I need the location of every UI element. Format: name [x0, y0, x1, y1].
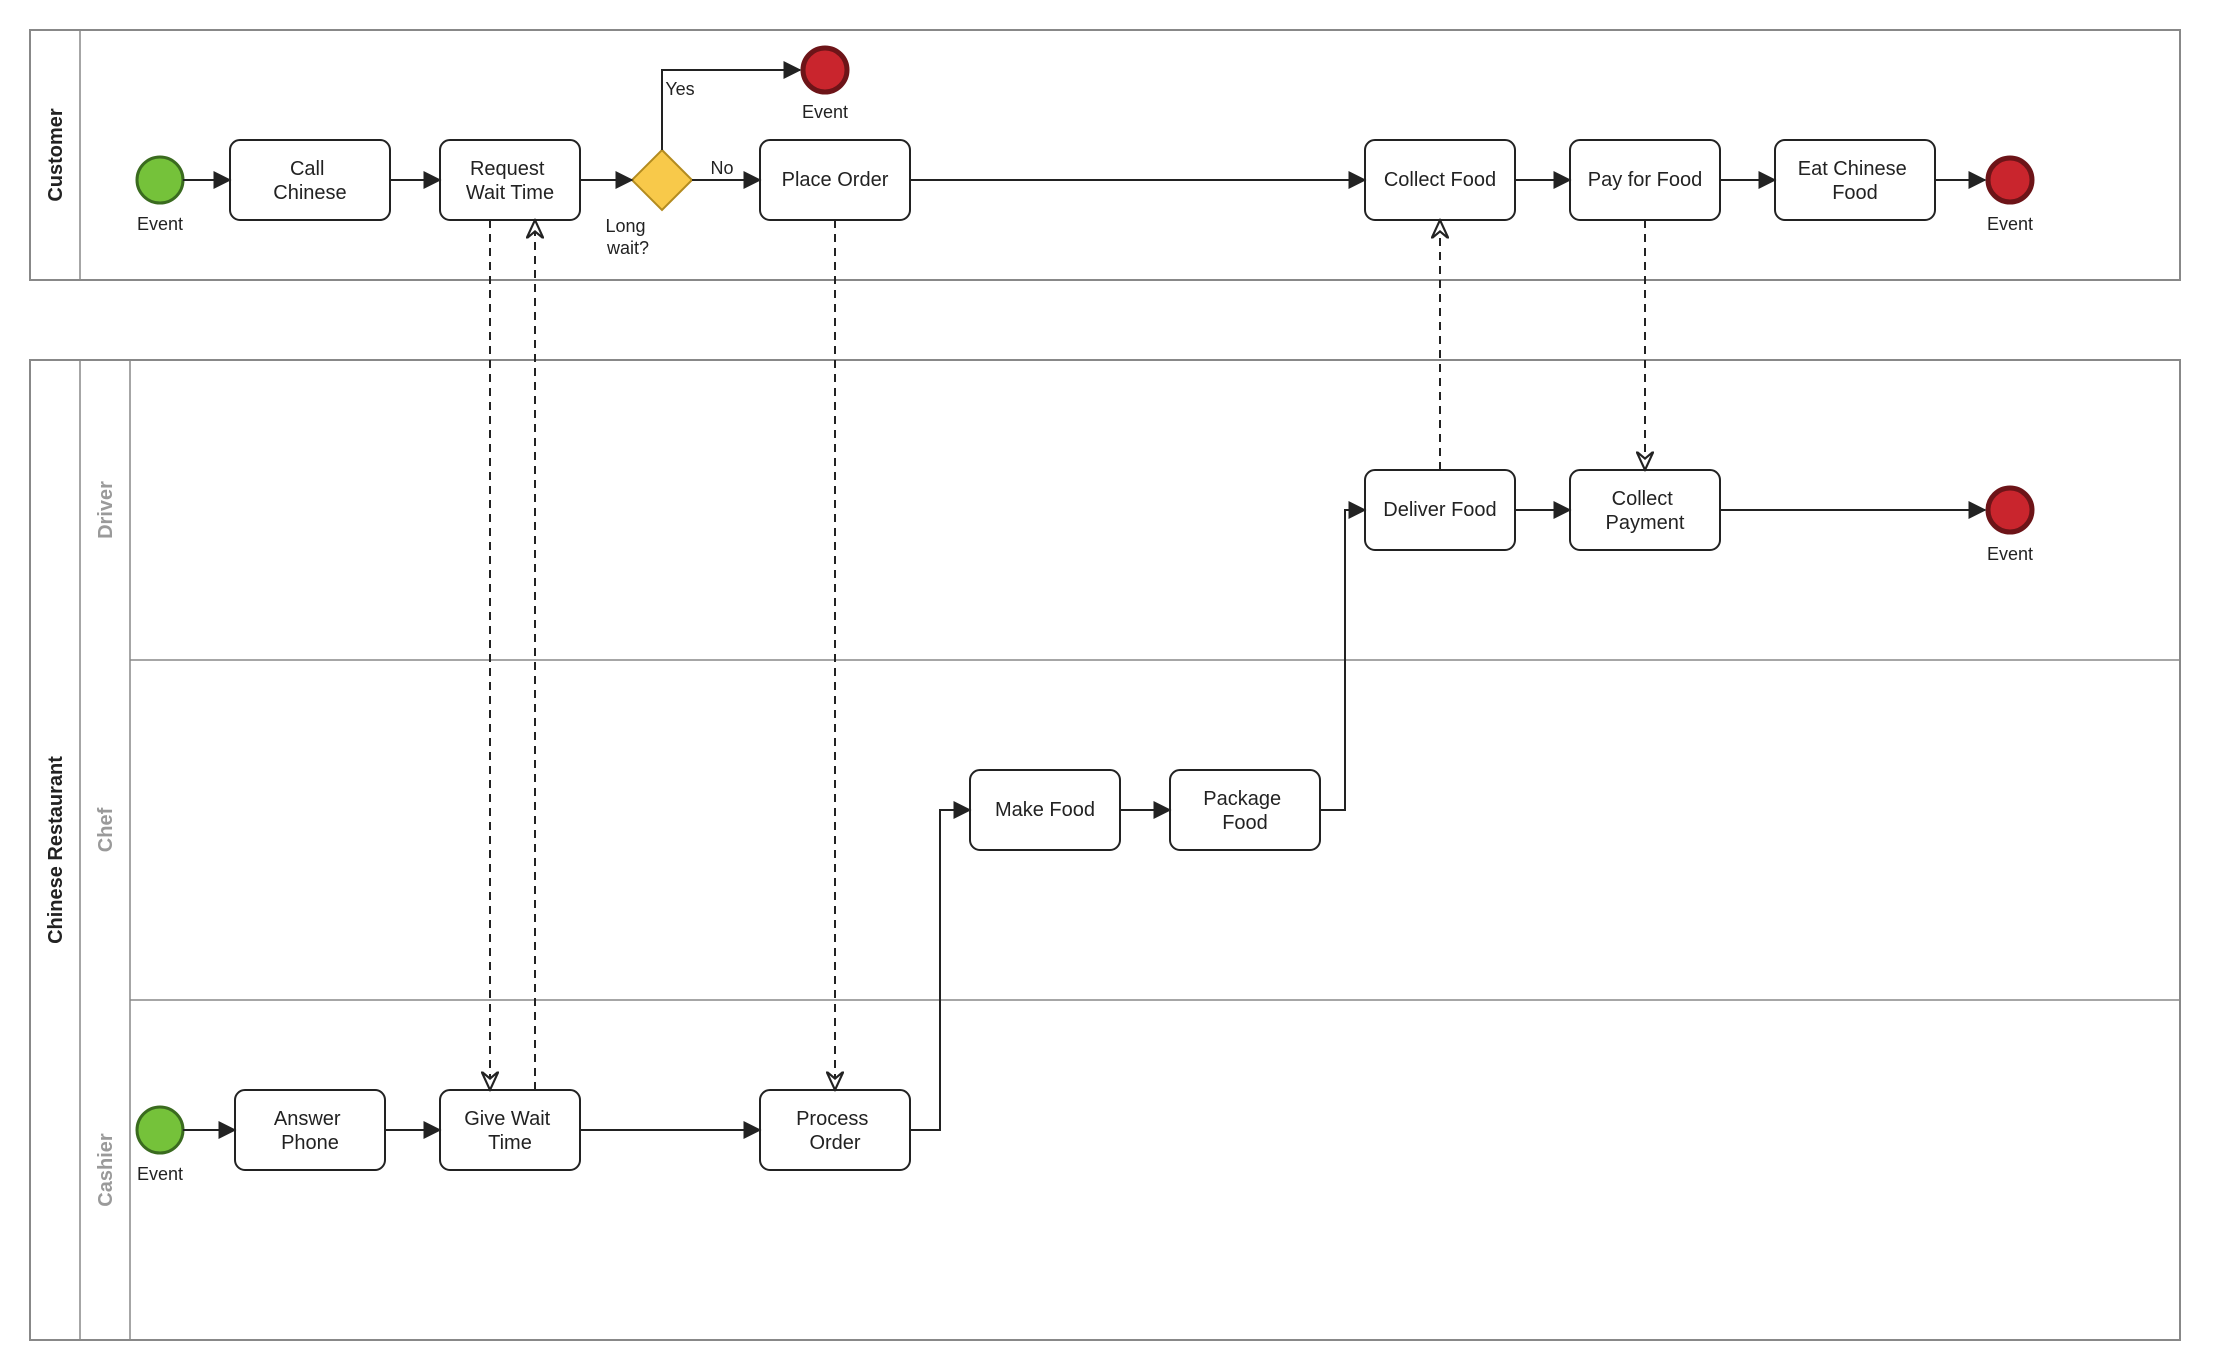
task-call-restaurant: Call Chinese — [230, 140, 390, 220]
gateway-no-label: No — [710, 158, 733, 178]
sequence-flows: Yes No — [183, 70, 1985, 1130]
pool-title-customer: Customer — [45, 108, 67, 202]
task-process-order: Process Order — [760, 1090, 910, 1170]
svg-text:Long wait?: Long wait? — [605, 216, 650, 258]
end-event-driver-label: Event — [1987, 544, 2033, 564]
lane-title-cashier: Cashier — [95, 1133, 117, 1207]
start-event-label: Event — [137, 214, 183, 234]
gateway-long-wait: Long wait? — [605, 150, 692, 258]
start-event-cashier: Event — [137, 1107, 183, 1184]
end-event-customer-label: Event — [1987, 214, 2033, 234]
task-pay-food: Pay for Food — [1570, 140, 1720, 220]
svg-text:Collect Food: Collect Food — [1384, 169, 1496, 191]
task-request-wait: Request Wait Time — [440, 140, 580, 220]
lane-title-chef: Chef — [95, 807, 117, 852]
end-event-yes-label: Event — [802, 102, 848, 122]
gateway-yes-label: Yes — [665, 79, 694, 99]
pool-title-restaurant: Chinese Restaurant — [45, 756, 67, 944]
lane-title-driver: Driver — [95, 481, 117, 539]
svg-text:Pay for Food: Pay for Food — [1588, 169, 1703, 191]
task-package-food: Package Food — [1170, 770, 1320, 850]
task-give-wait: Give Wait Time — [440, 1090, 580, 1170]
task-collect-payment: Collect Payment — [1570, 470, 1720, 550]
svg-text:Make Food: Make Food — [995, 799, 1095, 821]
end-event-yes: Event — [802, 48, 848, 122]
bpmn-diagram: Customer Chinese Restaurant Driver Chef … — [0, 0, 2214, 1371]
svg-text:Deliver Food: Deliver Food — [1383, 499, 1496, 521]
start-event-cashier-label: Event — [137, 1164, 183, 1184]
end-event-customer: Event — [1987, 158, 2033, 234]
task-answer-phone: Answer Phone — [235, 1090, 385, 1170]
task-deliver-food: Deliver Food — [1365, 470, 1515, 550]
end-event-driver: Event — [1987, 488, 2033, 564]
task-eat-food: Eat Chinese Food — [1775, 140, 1935, 220]
start-event-customer: Event — [137, 157, 183, 234]
svg-text:Place Order: Place Order — [782, 169, 889, 191]
task-collect-food: Collect Food — [1365, 140, 1515, 220]
message-flows — [490, 220, 1645, 1090]
task-place-order: Place Order — [760, 140, 910, 220]
task-make-food: Make Food — [970, 770, 1120, 850]
